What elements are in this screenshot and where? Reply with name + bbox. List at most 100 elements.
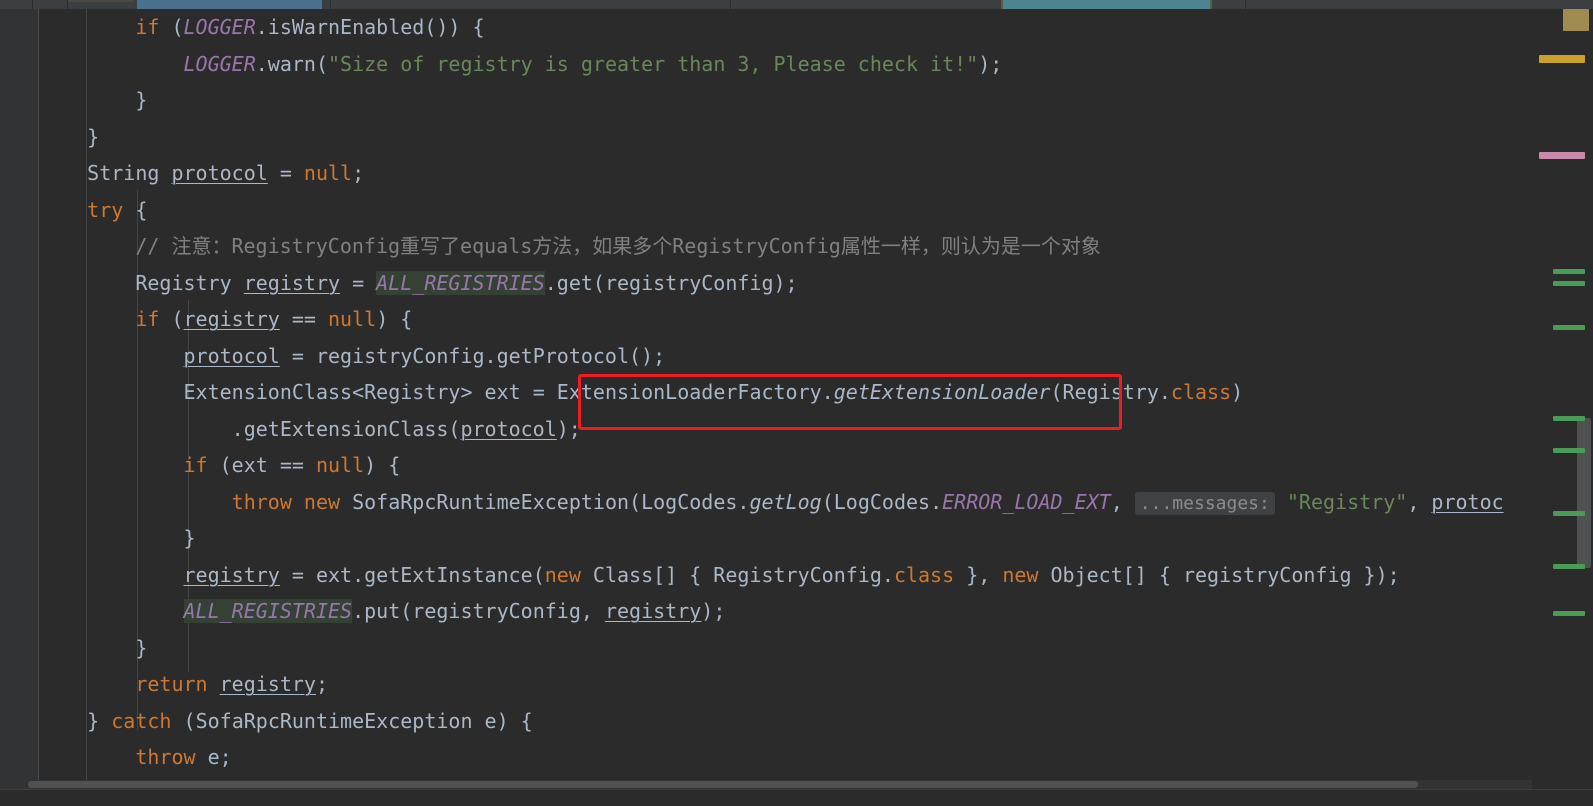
code-line[interactable]: if (LOGGER.isWarnEnabled()) { [39,9,1504,46]
code-line[interactable]: } [39,119,1504,156]
vcs-added-marker[interactable] [1553,269,1585,274]
code-token: ( [159,307,184,331]
code-token: try [87,197,124,222]
horizontal-scrollbar[interactable] [0,780,1593,806]
vcs-added-marker[interactable] [1553,511,1585,516]
code-token: } [87,708,112,733]
code-token: throw [231,489,292,514]
code-line[interactable]: ExtensionClass<Registry> ext = Extension… [39,374,1504,411]
code-token: .put(registryConfig, [352,599,605,623]
code-token: new [303,489,341,514]
code-token: (LogCodes. [821,489,943,514]
code-line[interactable]: // 注意：RegistryConfig重写了equals方法，如果多个Regi… [39,228,1504,265]
vcs-added-marker[interactable] [1553,416,1585,421]
code-token: = ext.getExtInstance( [279,562,545,587]
code-token: if [183,453,208,477]
code-line[interactable]: String protocol = null; [39,155,1504,192]
code-token: ExtensionLoaderFactory. [556,380,834,404]
code-line[interactable]: LOGGER.warn("Size of registry is greater… [39,46,1504,83]
code-line[interactable]: } [39,82,1504,119]
code-line[interactable]: protocol = registryConfig.getProtocol(); [39,338,1504,375]
code-token: (ext == [207,453,316,477]
code-token: = [340,270,377,295]
code-token: ); [556,416,581,441]
source-code[interactable]: if (LOGGER.isWarnEnabled()) { LOGGER.war… [39,9,1504,776]
code-token: "Size of registry is greater than 3, Ple… [328,51,979,76]
code-token: ALL_REGISTRIES [376,270,545,295]
editor-gutter[interactable] [0,9,38,780]
code-token: ; [352,161,365,185]
caret-marker[interactable] [1563,9,1589,31]
code-token: LOGGER [183,15,256,39]
code-line[interactable]: return registry; [39,666,1504,703]
code-line[interactable]: .getExtensionClass(protocol); [39,411,1504,448]
vcs-added-marker[interactable] [1553,281,1585,286]
code-line[interactable]: if (registry == null) { [39,301,1504,338]
usage-marker[interactable] [1539,152,1585,159]
code-line[interactable]: if (ext == null) { [39,447,1504,484]
code-token: registry [243,270,341,295]
vertical-scrollbar[interactable] [1532,9,1593,780]
tab-divider [1245,0,1246,9]
tab-divider [730,0,731,9]
code-line[interactable]: Registry registry = ALL_REGISTRIES.get(r… [39,265,1504,302]
code-line[interactable]: } [39,630,1504,667]
code-line[interactable]: registry = ext.getExtInstance(new Class[… [39,557,1504,594]
code-token: ) { [364,453,401,477]
vcs-added-marker[interactable] [1553,611,1585,616]
vcs-added-marker[interactable] [1553,448,1585,453]
code-token: e; [195,745,232,769]
ide-editor-window: if (LOGGER.isWarnEnabled()) { LOGGER.war… [0,0,1593,806]
code-line[interactable]: try { [39,192,1504,229]
code-line[interactable]: } [39,520,1504,557]
tab-underline-active [137,0,322,9]
code-token: } [183,526,196,550]
tab-strip-accent [68,0,133,2]
warning-marker[interactable] [1539,55,1585,63]
editor-tab-strip[interactable] [0,0,1593,9]
code-line[interactable]: throw new SofaRpcRuntimeException(LogCod… [39,484,1504,521]
code-token: .get(registryConfig); [544,270,798,295]
code-token: new [544,562,581,587]
horizontal-scrollbar-thumb[interactable] [28,781,1418,788]
code-line[interactable]: ALL_REGISTRIES.put(registryConfig, regis… [39,593,1504,630]
vcs-added-marker[interactable] [1553,564,1585,569]
code-token: if [135,15,160,39]
code-token: Registry [135,270,244,295]
code-token: { [123,197,148,222]
code-editor-area[interactable]: if (LOGGER.isWarnEnabled()) { LOGGER.war… [39,9,1532,780]
tab-selected-highlight[interactable] [1003,0,1210,9]
horizontal-scrollbar-track[interactable] [0,780,1532,789]
code-token: , [1407,489,1432,514]
code-token: Object[] { registryConfig }); [1038,562,1400,587]
code-token: }, [954,562,1003,587]
scrollbar-thumb[interactable] [1577,418,1591,568]
code-token: (Registry. [1050,380,1171,404]
code-token: registry [219,672,316,696]
code-token: .getExtensionClass( [231,416,461,441]
code-token: ); [701,599,726,623]
code-line[interactable]: } catch (SofaRpcRuntimeException e) { [39,703,1504,740]
code-token: class [1170,380,1232,404]
code-token: SofaRpcRuntimeException(LogCodes. [340,489,750,514]
vcs-added-marker[interactable] [1553,325,1585,330]
code-line[interactable]: throw e; [39,739,1504,776]
tab-divider [330,0,331,9]
code-token: .warn( [255,51,328,76]
code-token: LOGGER [183,51,256,76]
inlay-hint: ...messages: [1134,491,1275,515]
